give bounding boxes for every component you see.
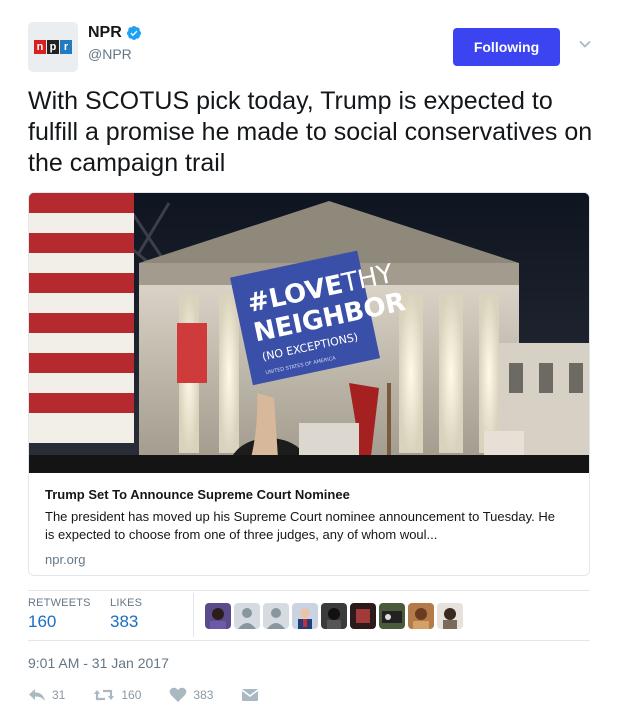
likes-value[interactable]: 383: [110, 612, 142, 632]
retweets-label: RETWEETS: [28, 597, 91, 609]
heart-icon: [170, 687, 187, 702]
stats-separator: [193, 593, 194, 637]
liker-avatar[interactable]: [205, 603, 231, 629]
display-name[interactable]: NPR: [88, 24, 122, 42]
logo-letter-p: p: [47, 40, 59, 54]
tweet-actions: 31 160 383: [28, 683, 293, 707]
npr-logo: n p r: [34, 40, 72, 54]
liker-avatar[interactable]: [292, 603, 318, 629]
following-button[interactable]: Following: [453, 28, 560, 66]
account-names: NPR @NPR: [88, 24, 142, 62]
retweets-stat[interactable]: RETWEETS 160: [28, 597, 91, 632]
retweets-value[interactable]: 160: [28, 612, 91, 632]
reply-icon: [29, 689, 45, 701]
likes-label: LIKES: [110, 597, 143, 609]
avatar[interactable]: n p r: [28, 22, 78, 72]
card-description: The president has moved up his Supreme C…: [45, 509, 555, 542]
card-image[interactable]: #LOVETHY NEIGHBOR (NO EXCEPTIONS) UNITED…: [29, 193, 590, 473]
divider: [28, 640, 590, 641]
liker-avatar[interactable]: [379, 603, 405, 629]
retweet-action[interactable]: 160: [93, 687, 141, 703]
likes-stat[interactable]: LIKES 383: [110, 597, 142, 632]
liker-avatar[interactable]: [408, 603, 434, 629]
tweet-text: With SCOTUS pick today, Trump is expecte…: [28, 87, 593, 177]
logo-letter-r: r: [60, 40, 72, 54]
logo-letter-n: n: [34, 40, 46, 54]
divider: [28, 590, 590, 591]
liker-avatar[interactable]: [234, 603, 260, 629]
tweet-header: n p r NPR @NPR Following: [28, 22, 598, 74]
card-body[interactable]: Trump Set To Announce Supreme Court Nomi…: [29, 473, 589, 575]
direct-message-action[interactable]: [241, 688, 265, 702]
link-card[interactable]: #LOVETHY NEIGHBOR (NO EXCEPTIONS) UNITED…: [28, 192, 590, 576]
tweet-timestamp[interactable]: 9:01 AM - 31 Jan 2017: [28, 655, 169, 671]
envelope-icon: [241, 689, 259, 701]
card-domain[interactable]: npr.org: [45, 552, 573, 567]
liker-avatar[interactable]: [263, 603, 289, 629]
like-count: 383: [193, 688, 214, 702]
card-title[interactable]: Trump Set To Announce Supreme Court Nomi…: [45, 487, 573, 502]
reply-action[interactable]: 31: [28, 687, 65, 703]
liker-avatar[interactable]: [321, 603, 347, 629]
verified-badge-icon: [126, 26, 141, 40]
liker-avatars: [205, 603, 463, 629]
reply-count: 31: [52, 688, 66, 702]
display-name-row[interactable]: NPR: [88, 24, 142, 42]
handle[interactable]: @NPR: [88, 46, 142, 62]
like-action[interactable]: 383: [169, 687, 213, 703]
retweet-icon: [94, 689, 115, 701]
retweet-count: 160: [121, 688, 142, 702]
liker-avatar[interactable]: [350, 603, 376, 629]
liker-avatar[interactable]: [437, 603, 463, 629]
chevron-down-icon[interactable]: [578, 37, 592, 51]
